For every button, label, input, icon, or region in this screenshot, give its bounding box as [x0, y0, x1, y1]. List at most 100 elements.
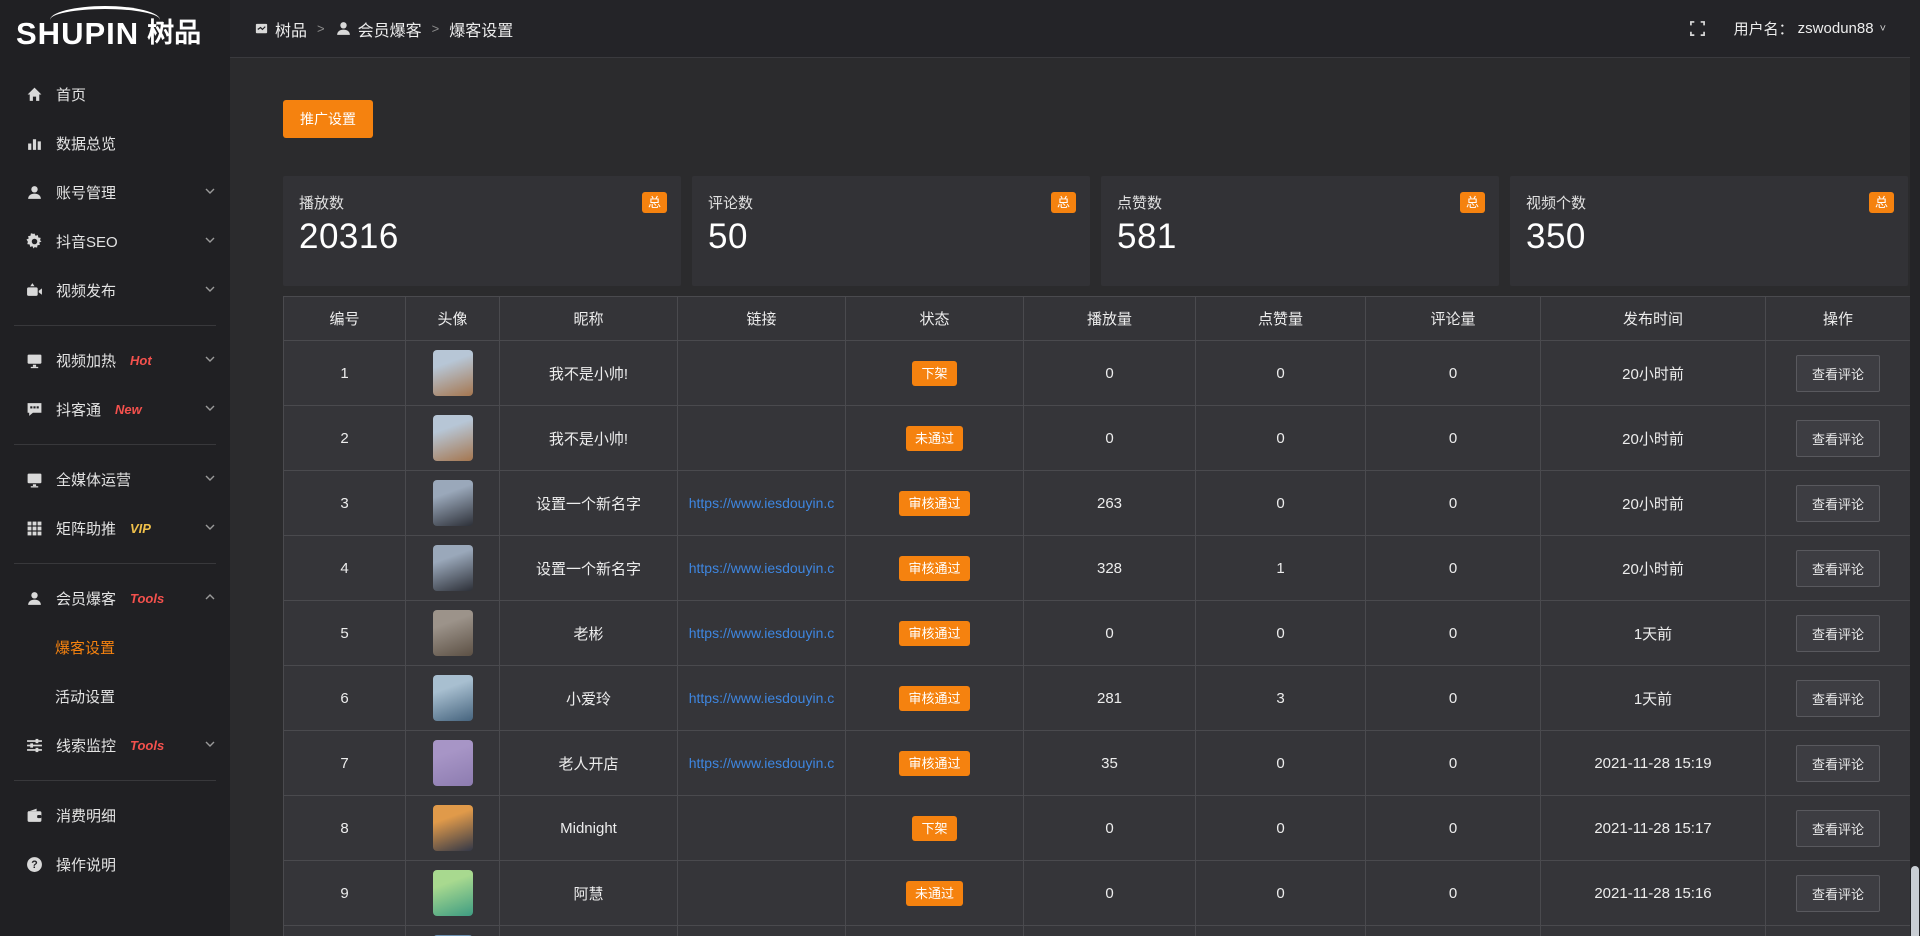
cell-publish-time: 20小时前 — [1541, 471, 1766, 536]
cell-plays: 0 — [1024, 601, 1196, 666]
view-comments-button[interactable]: 查看评论 — [1796, 680, 1880, 717]
sidebar-item-label: 抖音SEO — [56, 231, 118, 252]
promo-settings-button[interactable]: 推广设置 — [283, 100, 373, 138]
cell-plays: 0 — [1024, 861, 1196, 926]
user-menu[interactable]: 用户名： zswodun88 ˅ — [1734, 18, 1886, 39]
view-comments-button[interactable]: 查看评论 — [1796, 615, 1880, 652]
sidebar-item-数据总览[interactable]: 数据总览 — [0, 119, 230, 168]
sidebar-subitem-爆客设置[interactable]: 爆客设置 — [0, 623, 230, 672]
sidebar-item-badge: Tools — [130, 591, 164, 606]
cell — [1024, 926, 1196, 936]
cell-likes: 0 — [1196, 406, 1366, 471]
cell-nickname: 阿慧 — [500, 861, 678, 926]
fullscreen-icon[interactable] — [1689, 20, 1706, 37]
scrollbar-thumb[interactable] — [1911, 866, 1919, 936]
cell-plays: 35 — [1024, 731, 1196, 796]
chevron-down-icon — [204, 282, 216, 299]
brand-logo-cn: 树品 — [147, 20, 201, 47]
cell-comments: 0 — [1366, 666, 1541, 731]
sidebar-item-账号管理[interactable]: 账号管理 — [0, 168, 230, 217]
cell-number: 4 — [284, 536, 406, 601]
cell-link: https://www.iesdouyin.c — [678, 731, 846, 796]
sidebar-item-视频发布[interactable]: 视频发布 — [0, 266, 230, 315]
sidebar-item-badge: New — [115, 402, 142, 417]
video-link[interactable]: https://www.iesdouyin.c — [678, 690, 845, 706]
cell-number: 7 — [284, 731, 406, 796]
view-comments-button[interactable]: 查看评论 — [1796, 550, 1880, 587]
sidebar-item-抖音SEO[interactable]: 抖音SEO — [0, 217, 230, 266]
sidebar-item-视频加热[interactable]: 视频加热Hot — [0, 336, 230, 385]
view-comments-button[interactable]: 查看评论 — [1796, 355, 1880, 392]
sidebar-item-线索监控[interactable]: 线索监控Tools — [0, 721, 230, 770]
video-link[interactable]: https://www.iesdouyin.c — [678, 625, 845, 641]
stat-label: 评论数 — [708, 192, 1074, 213]
view-comments-button[interactable]: 查看评论 — [1796, 485, 1880, 522]
sidebar: SHUPIN 树品 首页数据总览账号管理抖音SEO 视频发布视频加热Hot抖客通N… — [0, 0, 230, 936]
chat-icon — [26, 401, 43, 418]
screen-icon — [26, 352, 43, 369]
cell-publish-time: 20小时前 — [1541, 341, 1766, 406]
view-comments-button[interactable]: 查看评论 — [1796, 875, 1880, 912]
table-row: 1我不是小帅!下架00020小时前查看评论 — [284, 341, 1911, 406]
cell-plays: 0 — [1024, 796, 1196, 861]
cell-avatar — [406, 471, 500, 536]
cell-link: https://www.iesdouyin.c — [678, 536, 846, 601]
videos-table-wrap: 编号头像昵称链接状态播放量点赞量评论量发布时间操作 1我不是小帅!下架00020… — [283, 296, 1910, 936]
cell-comments: 0 — [1366, 341, 1541, 406]
column-header-编号: 编号 — [284, 297, 406, 341]
breadcrumb-item-树品[interactable]: 树品 — [254, 17, 307, 41]
column-header-昵称: 昵称 — [500, 297, 678, 341]
view-comments-button[interactable]: 查看评论 — [1796, 810, 1880, 847]
sidebar-item-抖客通[interactable]: 抖客通New — [0, 385, 230, 434]
view-comments-button[interactable]: 查看评论 — [1796, 420, 1880, 457]
stat-card-点赞数: 点赞数581总 — [1101, 176, 1499, 286]
table-row: 5老彬https://www.iesdouyin.c审核通过0001天前查看评论 — [284, 601, 1911, 666]
cell-comments: 0 — [1366, 406, 1541, 471]
column-header-播放量: 播放量 — [1024, 297, 1196, 341]
breadcrumb-item-会员爆客[interactable]: 会员爆客 — [335, 17, 422, 41]
sidebar-subitem-活动设置[interactable]: 活动设置 — [0, 672, 230, 721]
stat-total-badge: 总 — [1051, 192, 1076, 213]
column-header-状态: 状态 — [846, 297, 1024, 341]
sidebar-item-消费明细[interactable]: 消费明细 — [0, 791, 230, 840]
cell-publish-time: 20小时前 — [1541, 536, 1766, 601]
user-icon — [335, 20, 352, 37]
sidebar-divider — [14, 444, 216, 445]
sidebar-item-label: 消费明细 — [56, 805, 116, 826]
cell-likes: 0 — [1196, 601, 1366, 666]
stat-total-badge: 总 — [1869, 192, 1894, 213]
cell-status: 审核通过 — [846, 536, 1024, 601]
sidebar-item-操作说明[interactable]: ?操作说明 — [0, 840, 230, 889]
view-comments-button[interactable]: 查看评论 — [1796, 745, 1880, 782]
sidebar-item-矩阵助推[interactable]: 矩阵助推VIP — [0, 504, 230, 553]
video-link[interactable]: https://www.iesdouyin.c — [678, 560, 845, 576]
chevron-down-icon — [204, 401, 216, 418]
cell-plays: 328 — [1024, 536, 1196, 601]
sidebar-item-badge: Hot — [130, 353, 152, 368]
sidebar-item-首页[interactable]: 首页 — [0, 70, 230, 119]
cell-actions: 查看评论 — [1766, 471, 1911, 536]
cell-avatar — [406, 731, 500, 796]
avatar — [433, 740, 473, 786]
cell-avatar — [406, 796, 500, 861]
breadcrumb-label: 树品 — [275, 17, 307, 41]
avatar — [433, 545, 473, 591]
column-header-点赞量: 点赞量 — [1196, 297, 1366, 341]
column-header-头像: 头像 — [406, 297, 500, 341]
sidebar-item-会员爆客[interactable]: 会员爆客Tools — [0, 574, 230, 623]
video-upload-icon — [26, 282, 43, 299]
cell-plays: 0 — [1024, 341, 1196, 406]
bar-chart-icon — [26, 135, 43, 152]
breadcrumb-item-爆客设置[interactable]: 爆客设置 — [449, 17, 513, 41]
brand-logo: SHUPIN 树品 — [0, 0, 230, 66]
cell-nickname: 设置一个新名字 — [500, 471, 678, 536]
stat-value: 350 — [1526, 217, 1892, 257]
cell-plays: 263 — [1024, 471, 1196, 536]
video-link[interactable]: https://www.iesdouyin.c — [678, 495, 845, 511]
avatar — [433, 805, 473, 851]
video-link[interactable]: https://www.iesdouyin.c — [678, 755, 845, 771]
stat-label: 点赞数 — [1117, 192, 1483, 213]
sidebar-item-全媒体运营[interactable]: 全媒体运营 — [0, 455, 230, 504]
column-header-评论量: 评论量 — [1366, 297, 1541, 341]
page-scrollbar[interactable] — [1910, 0, 1920, 936]
